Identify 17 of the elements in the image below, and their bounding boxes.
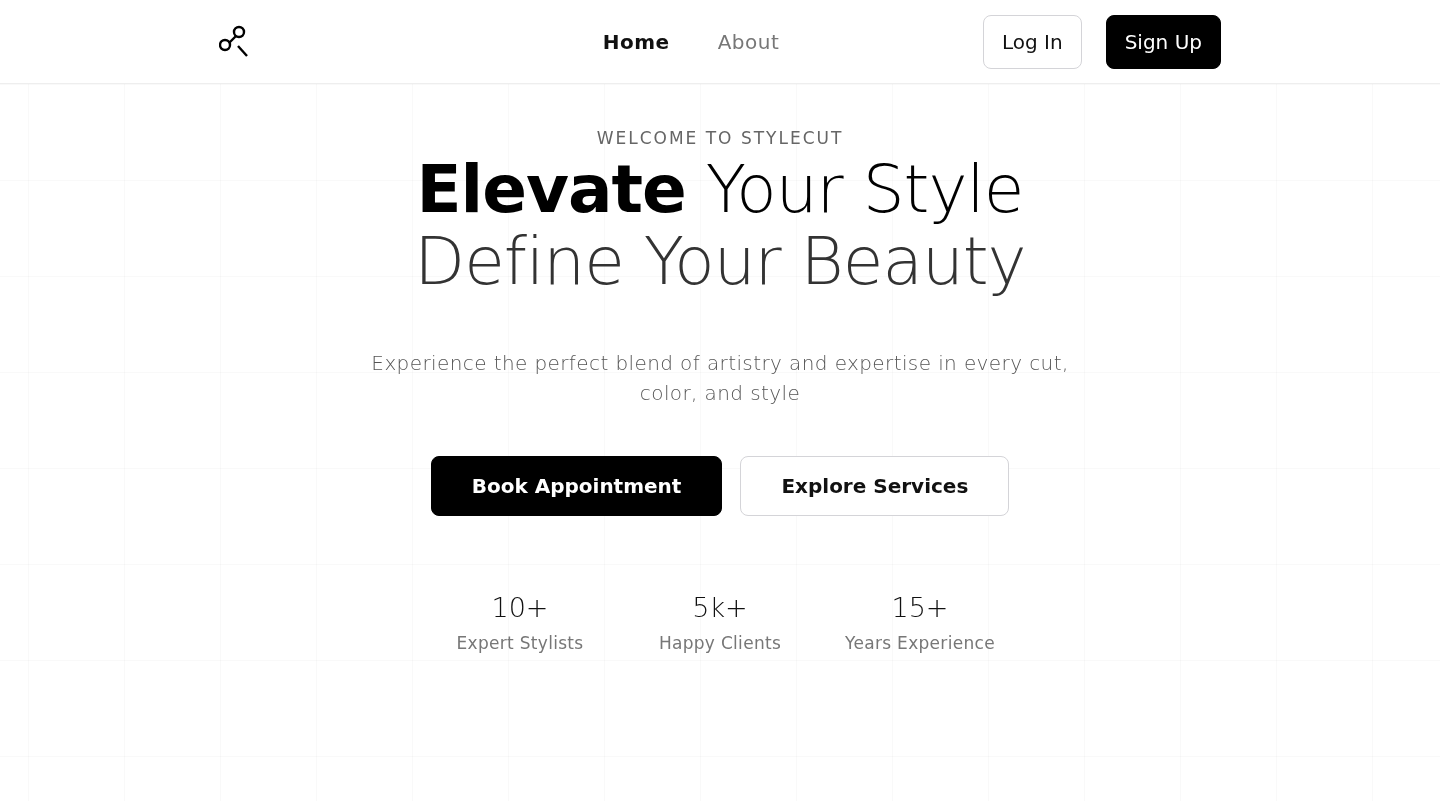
hero-headline: Define Your Beauty [414, 226, 1026, 298]
nav-link[interactable]: Home [590, 25, 682, 58]
stat-label: Happy Clients [658, 633, 782, 653]
explore-services-button[interactable]: Explore Services [740, 456, 1010, 516]
scissors-logo-icon[interactable] [219, 24, 249, 59]
hero-description: Experience the perfect blend of artistry and expertise in every cut, color, and style [370, 350, 1070, 407]
nav-link[interactable]: About [705, 25, 792, 58]
stat-label: Years Experience [845, 633, 995, 653]
stat-label: Expert Stylists [456, 633, 584, 653]
log-in-button[interactable]: Log In [983, 14, 1082, 69]
hero-headline: Elevate Your Style [415, 154, 1025, 226]
stat-value: 10+ [491, 592, 549, 623]
sign-up-button[interactable]: Sign Up [1105, 14, 1221, 69]
stat-value: 5k+ [692, 592, 748, 623]
book-appointment-button[interactable]: Book Appointment [430, 456, 723, 516]
eyebrow-text: WELCOME TO STYLECUT [596, 128, 844, 148]
stat-value: 15+ [891, 592, 949, 623]
